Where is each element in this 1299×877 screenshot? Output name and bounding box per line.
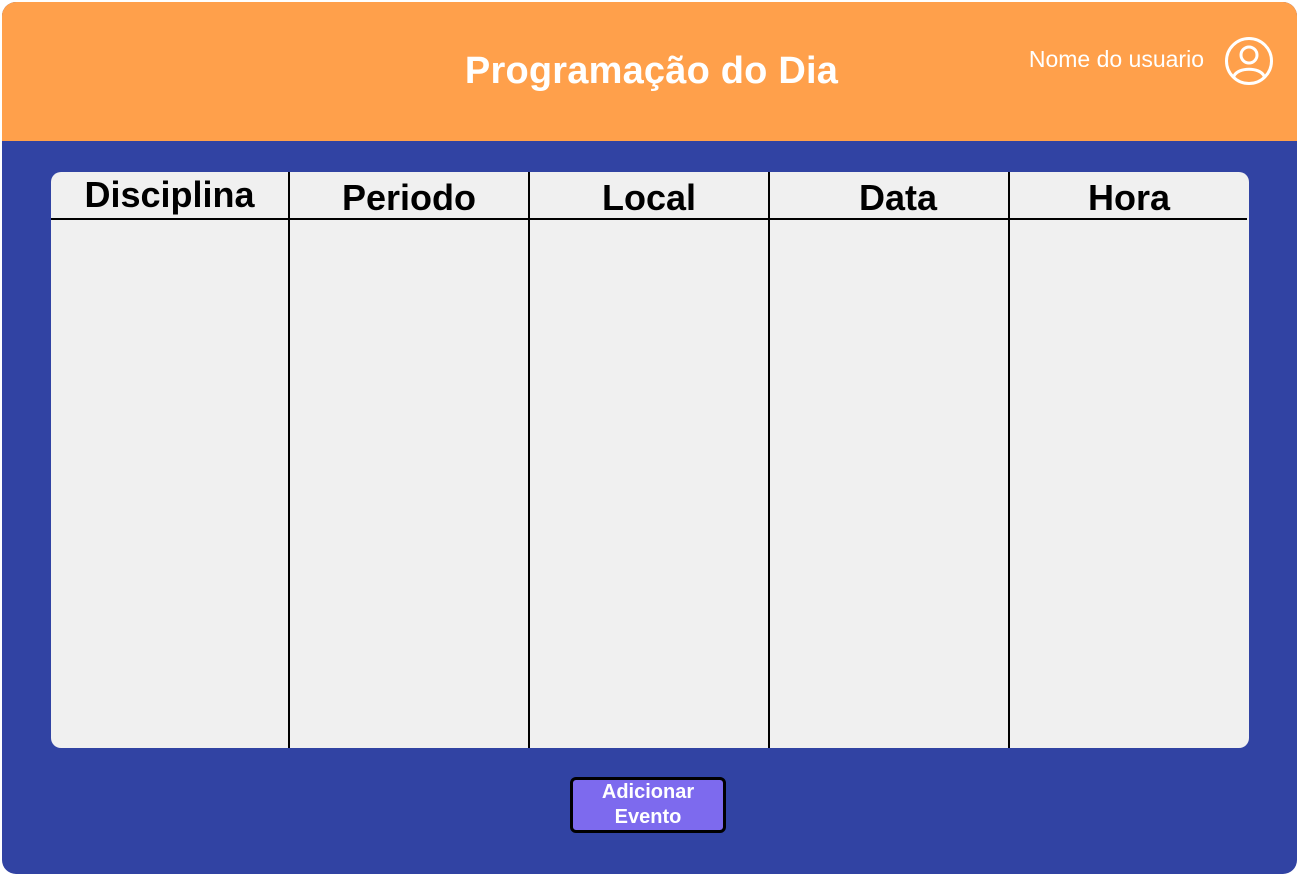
column-header-hora: Hora (1087, 177, 1171, 218)
add-event-label: Adicionar Evento (601, 781, 695, 828)
add-event-button[interactable]: Adicionar Evento (570, 777, 726, 833)
column-header-data: Data (858, 177, 938, 218)
schedule-table: Disciplina Periodo Local Data Hora (51, 172, 1249, 748)
top-header: Programação do Dia Nome do usuario (2, 2, 1297, 141)
user-name[interactable]: Nome do usuario (1029, 44, 1204, 74)
table-body (51, 220, 1249, 748)
column-header-local: Local (601, 177, 697, 218)
user-circle-icon[interactable] (1224, 36, 1274, 86)
app-window: Programação do Dia Nome do usuario Disci… (2, 2, 1297, 874)
column-header-disciplina: Disciplina (84, 174, 255, 215)
column-header-periodo: Periodo (341, 177, 476, 218)
